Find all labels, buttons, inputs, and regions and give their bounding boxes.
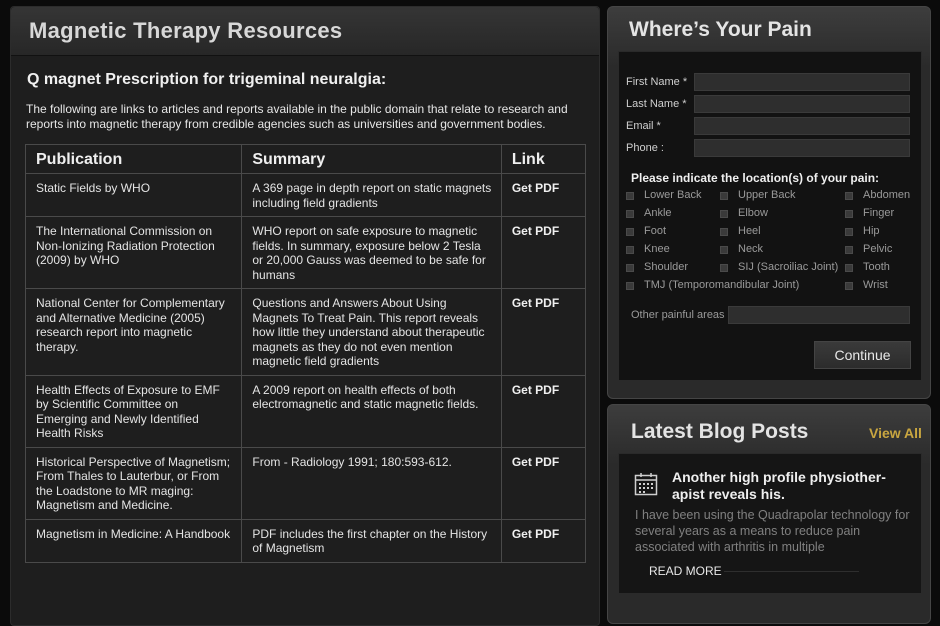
col-header-link: Link bbox=[500, 144, 587, 174]
checkbox-label: Elbow bbox=[738, 207, 768, 219]
checkbox-box[interactable] bbox=[626, 246, 634, 254]
checkbox-label: Abdomen bbox=[863, 189, 911, 201]
pain-form-title: Where’s Your Pain bbox=[629, 18, 812, 41]
first-name-row: First Name * bbox=[626, 73, 916, 91]
checkbox-box[interactable] bbox=[626, 282, 634, 290]
checkbox-box[interactable] bbox=[626, 228, 634, 236]
checkbox-box[interactable] bbox=[845, 246, 853, 254]
checkbox-box[interactable] bbox=[845, 192, 853, 200]
pain-form: First Name * Last Name * Email * Phone :… bbox=[618, 51, 922, 381]
checkbox-box[interactable] bbox=[845, 264, 853, 272]
read-more-link[interactable]: READ MORE bbox=[649, 564, 732, 578]
blog-panel: Latest Blog Posts View All Another high … bbox=[607, 404, 931, 624]
summary-cell: From - Radiology 1991; 180:593-612. bbox=[241, 446, 502, 520]
prescription-subheading: Q magnet Prescription for trigeminal neu… bbox=[27, 71, 387, 88]
checkbox-label: Foot bbox=[644, 225, 667, 237]
get-pdf-link[interactable]: Get PDF bbox=[500, 288, 587, 376]
checkbox-label: Ankle bbox=[644, 207, 672, 219]
checkbox-label: Wrist bbox=[863, 279, 888, 291]
checkbox-label: Neck bbox=[738, 243, 764, 255]
last-name-label: Last Name * bbox=[626, 98, 687, 110]
checkbox-label: SIJ (Sacroiliac Joint) bbox=[738, 261, 839, 273]
email-row: Email * bbox=[626, 117, 916, 135]
checkbox-box[interactable] bbox=[626, 264, 634, 272]
table-row: Historical Perspective of Magnetism; Fro… bbox=[24, 446, 587, 520]
intro-paragraph: The following are links to articles and … bbox=[26, 102, 568, 131]
first-name-field[interactable] bbox=[694, 73, 910, 91]
summary-cell: A 369 page in depth report on static mag… bbox=[241, 173, 502, 217]
checkbox-box[interactable] bbox=[720, 192, 728, 200]
summary-cell: A 2009 report on health effects of both … bbox=[241, 374, 502, 448]
checkbox-box[interactable] bbox=[845, 282, 853, 290]
last-name-row: Last Name * bbox=[626, 95, 916, 113]
last-name-field[interactable] bbox=[694, 95, 910, 113]
checkbox-label: Tooth bbox=[863, 261, 890, 273]
phone-row: Phone : bbox=[626, 139, 916, 157]
table-row: National Center for Complementary and Al… bbox=[24, 288, 587, 376]
publication-cell: Health Effects of Exposure to EMF by Sci… bbox=[24, 374, 243, 448]
checkbox-box[interactable] bbox=[626, 192, 634, 200]
continue-button[interactable]: Continue bbox=[814, 341, 911, 369]
checkbox-box[interactable] bbox=[845, 228, 853, 236]
table-row: Health Effects of Exposure to EMF by Sci… bbox=[24, 374, 587, 448]
publications-table: Publication Summary Link Static Fields b… bbox=[24, 144, 587, 563]
resources-header: Magnetic Therapy Resources bbox=[11, 7, 599, 56]
checkbox-box[interactable] bbox=[720, 210, 728, 218]
get-pdf-link[interactable]: Get PDF bbox=[500, 216, 587, 289]
blog-post-card: Another high profile physiother-apist re… bbox=[618, 453, 922, 594]
table-row: The International Commission on Non-Ioni… bbox=[24, 216, 587, 289]
table-row: Static Fields by WHO A 369 page in depth… bbox=[24, 173, 587, 217]
table-header-row: Publication Summary Link bbox=[24, 144, 587, 174]
checkbox-label: Shoulder bbox=[644, 261, 689, 273]
checkbox-label: Hip bbox=[863, 225, 880, 237]
checkbox-box[interactable] bbox=[845, 210, 853, 218]
publication-cell: Magnetism in Medicine: A Handbook bbox=[24, 518, 243, 563]
summary-cell: PDF includes the first chapter on the Hi… bbox=[241, 518, 502, 563]
checkbox-label: TMJ (Temporomandibular Joint) bbox=[644, 279, 800, 291]
get-pdf-link[interactable]: Get PDF bbox=[500, 374, 587, 448]
checkbox-label: Knee bbox=[644, 243, 670, 255]
col-header-summary: Summary bbox=[241, 144, 502, 174]
get-pdf-link[interactable]: Get PDF bbox=[500, 518, 587, 563]
publication-cell: The International Commission on Non-Ioni… bbox=[24, 216, 243, 289]
checkbox-label: Heel bbox=[738, 225, 761, 237]
email-field[interactable] bbox=[694, 117, 910, 135]
table-row: Magnetism in Medicine: A Handbook PDF in… bbox=[24, 518, 587, 563]
get-pdf-link[interactable]: Get PDF bbox=[500, 173, 587, 217]
checkbox-label: Pelvic bbox=[863, 243, 893, 255]
summary-cell: Questions and Answers About Using Magnet… bbox=[241, 288, 502, 376]
blog-post-title[interactable]: Another high profile physiother-apist re… bbox=[672, 469, 902, 503]
checkbox-box[interactable] bbox=[720, 246, 728, 254]
publication-cell: National Center for Complementary and Al… bbox=[24, 288, 243, 376]
view-all-link[interactable]: View All bbox=[869, 425, 922, 441]
calendar-icon bbox=[634, 473, 658, 496]
get-pdf-link[interactable]: Get PDF bbox=[500, 446, 587, 520]
checkbox-label: Lower Back bbox=[644, 189, 702, 201]
email-label: Email * bbox=[626, 120, 661, 132]
other-areas-row: Other painful areas bbox=[631, 306, 913, 324]
checkbox-box[interactable] bbox=[720, 228, 728, 236]
read-more-divider bbox=[724, 571, 859, 572]
resources-title: Magnetic Therapy Resources bbox=[29, 18, 343, 43]
checkbox-label: Finger bbox=[863, 207, 895, 219]
blog-post-excerpt: I have been using the Quadrapolar techno… bbox=[635, 508, 910, 554]
checkbox-box[interactable] bbox=[720, 264, 728, 272]
locations-title: Please indicate the location(s) of your … bbox=[631, 171, 880, 185]
checkbox-box[interactable] bbox=[626, 210, 634, 218]
resources-panel: Magnetic Therapy Resources Q magnet Pres… bbox=[10, 6, 600, 626]
phone-label: Phone : bbox=[626, 142, 664, 154]
checkbox-label: Upper Back bbox=[738, 189, 796, 201]
col-header-publication: Publication bbox=[24, 144, 243, 174]
publication-cell: Historical Perspective of Magnetism; Fro… bbox=[24, 446, 243, 520]
other-areas-field[interactable] bbox=[728, 306, 910, 324]
pain-form-panel: Where’s Your Pain First Name * Last Name… bbox=[607, 6, 931, 399]
other-areas-label: Other painful areas bbox=[631, 309, 725, 321]
first-name-label: First Name * bbox=[626, 76, 688, 88]
publication-cell: Static Fields by WHO bbox=[24, 173, 243, 217]
summary-cell: WHO report on safe exposure to magnetic … bbox=[241, 216, 502, 289]
phone-field[interactable] bbox=[694, 139, 910, 157]
